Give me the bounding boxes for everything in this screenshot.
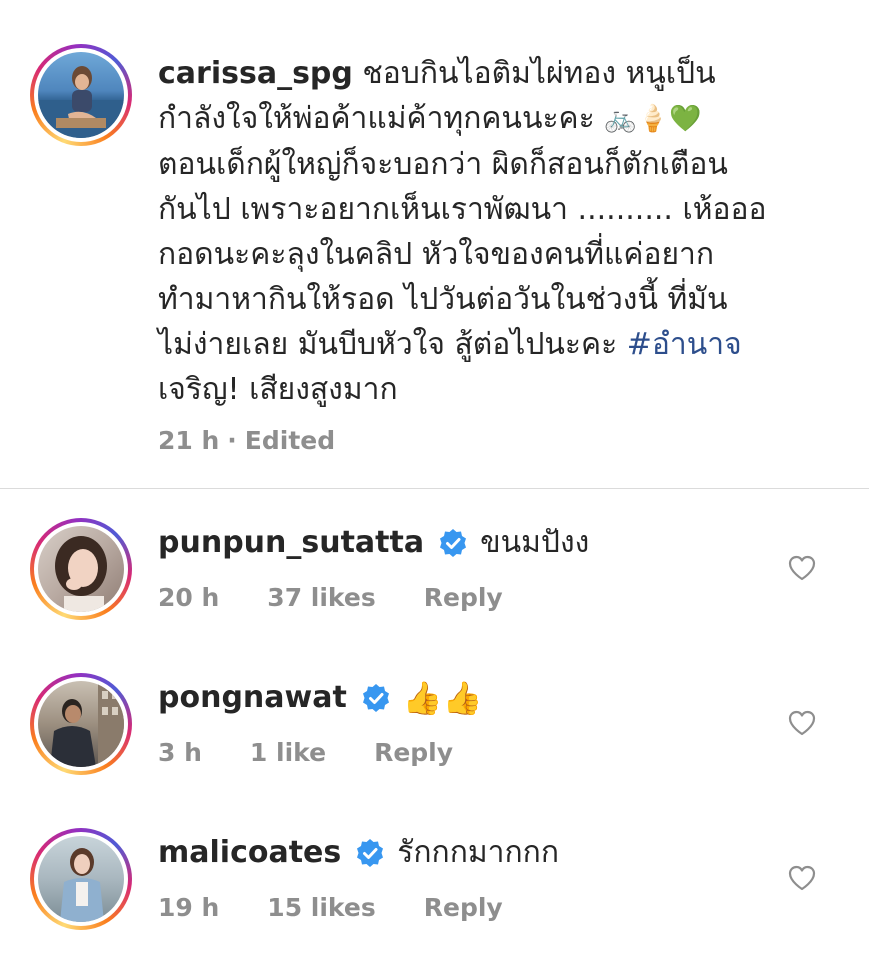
comment-line: punpun_sutatta ขนมปังง [158,523,589,563]
caption-meta: 21 h · Edited [158,426,335,455]
avatar-photo [38,681,124,767]
caption-text: carissa_spg ชอบกินไอติมไผ่ทอง หนูเป็น กำ… [158,51,818,412]
caption-emojis: 🚲🍦💚 [604,104,702,134]
caption-time: 21 h [158,426,220,455]
comment-row: pongnawat 👍👍 3 h 1 like Reply [0,660,869,815]
heart-outline-icon[interactable] [787,863,817,893]
avatar-carissa[interactable] [30,44,132,146]
caption-edited: Edited [244,426,336,455]
caption-comment: carissa_spg ชอบกินไอติมไผ่ทอง หนูเป็น กำ… [0,0,869,488]
caption-separator: · [227,426,237,455]
avatar-pongnawat[interactable] [30,673,132,775]
caption-line-3: ตอนเด็กผู้ใหญ่ก็จะบอกว่า ผิดก็สอนก็ตักเต… [158,147,728,182]
caption-line-1: ชอบกินไอติมไผ่ทอง หนูเป็น [362,56,716,91]
comment-time: 20 h [158,583,220,612]
comment-time: 19 h [158,893,220,922]
comment-likes[interactable]: 1 like [250,738,326,767]
comment-text: ขนมปังง [480,525,590,560]
comment-line: malicoates รักกกมากกก [158,833,559,873]
divider [0,488,869,489]
caption-line-5: กอดนะคะลุงในคลิป หัวใจของคนที่แค่อยาก [158,237,715,272]
reply-button[interactable]: Reply [424,893,503,922]
verified-badge-icon [357,839,384,867]
comment-likes[interactable]: 15 likes [267,893,375,922]
caption-username[interactable]: carissa_spg [158,56,353,91]
comment-meta: 20 h 37 likes Reply [158,583,503,612]
comment-meta: 3 h 1 like Reply [158,738,453,767]
reply-button[interactable]: Reply [424,583,503,612]
comment-row: malicoates รักกกมากกก 19 h 15 likes Repl… [0,815,869,970]
caption-line-4: กันไป เพราะอยากเห็นเราพัฒนา .......... เ… [158,192,767,227]
caption-line-7: ไม่ง่ายเลย มันบีบหัวใจ สู้ต่อไปนะคะ [158,327,618,362]
avatar-photo [38,836,124,922]
caption-line-6: ทำมาหากินให้รอด ไปวันต่อวันในช่วงนี้ ที่… [158,282,728,317]
avatar-photo [38,52,124,138]
caption-line-2: กำลังใจให้พ่อค้าแม่ค้าทุกคนนะคะ [158,101,595,136]
caption-hashtag[interactable]: #อำนาจ [627,327,742,362]
comment-row: punpun_sutatta ขนมปังง 20 h 37 likes Rep… [0,505,869,660]
heart-outline-icon[interactable] [787,708,817,738]
caption-line-8: เจริญ! เสียงสูงมาก [158,372,398,407]
comment-line: pongnawat 👍👍 [158,678,483,718]
reply-button[interactable]: Reply [374,738,453,767]
comment-username[interactable]: punpun_sutatta [158,523,424,563]
comment-likes[interactable]: 37 likes [267,583,375,612]
comment-time: 3 h [158,738,202,767]
verified-badge-icon [362,684,389,712]
avatar-photo [38,526,124,612]
verified-badge-icon [440,529,467,557]
comment-username[interactable]: pongnawat [158,678,347,718]
avatar-malicoates[interactable] [30,828,132,930]
comment-meta: 19 h 15 likes Reply [158,893,503,922]
avatar-punpun[interactable] [30,518,132,620]
comment-text: รักกกมากกก [397,835,559,870]
comment-username[interactable]: malicoates [158,833,341,873]
heart-outline-icon[interactable] [787,553,817,583]
comment-text: 👍👍 [402,679,483,717]
